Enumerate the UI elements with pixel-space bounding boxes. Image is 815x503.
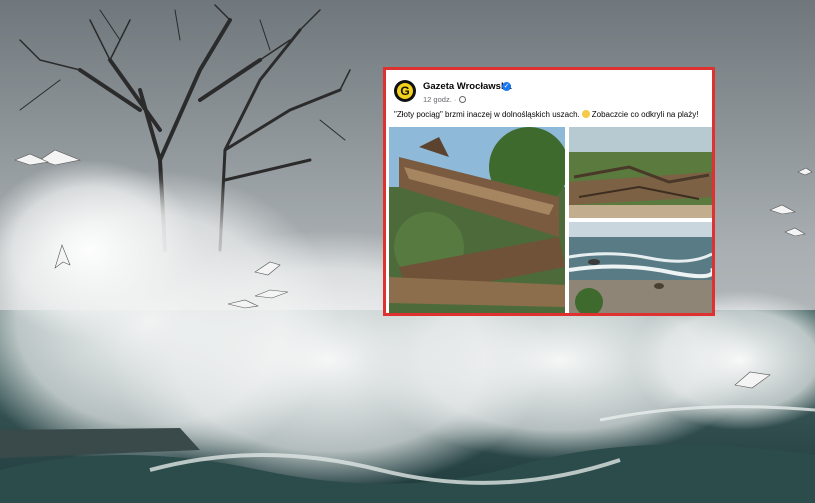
post-text-part-2: Zobaczcie co odkryli na plaży! xyxy=(591,110,699,119)
post-time-text: 12 godz. xyxy=(423,95,452,104)
grimace-emoji-icon xyxy=(581,110,590,118)
post-time-separator: · xyxy=(453,95,457,104)
social-post-card: G Gazeta Wrocławska ✓ 12 godz. · "Złoty … xyxy=(383,67,715,316)
post-text-part-1: "Złoty pociąg" brzmi inaczej w dolnośląs… xyxy=(394,110,580,119)
page-name[interactable]: Gazeta Wrocławska xyxy=(423,81,512,92)
page-avatar[interactable]: G xyxy=(394,80,416,102)
post-text: "Złoty pociąg" brzmi inaczej w dolnośląs… xyxy=(394,110,706,119)
globe-icon xyxy=(459,96,466,103)
photo-driftwood-pile[interactable] xyxy=(569,127,712,218)
avatar-logo: G xyxy=(397,83,413,99)
verified-badge-icon: ✓ xyxy=(502,82,511,91)
photo-driftwood-closeup[interactable] xyxy=(389,127,565,313)
post-photo-grid xyxy=(389,127,712,313)
avatar-letter: G xyxy=(400,84,410,98)
photo-beach-waves[interactable] xyxy=(569,222,712,313)
post-header: G Gazeta Wrocławska ✓ 12 godz. · xyxy=(394,78,694,108)
post-timestamp[interactable]: 12 godz. · xyxy=(423,95,456,104)
